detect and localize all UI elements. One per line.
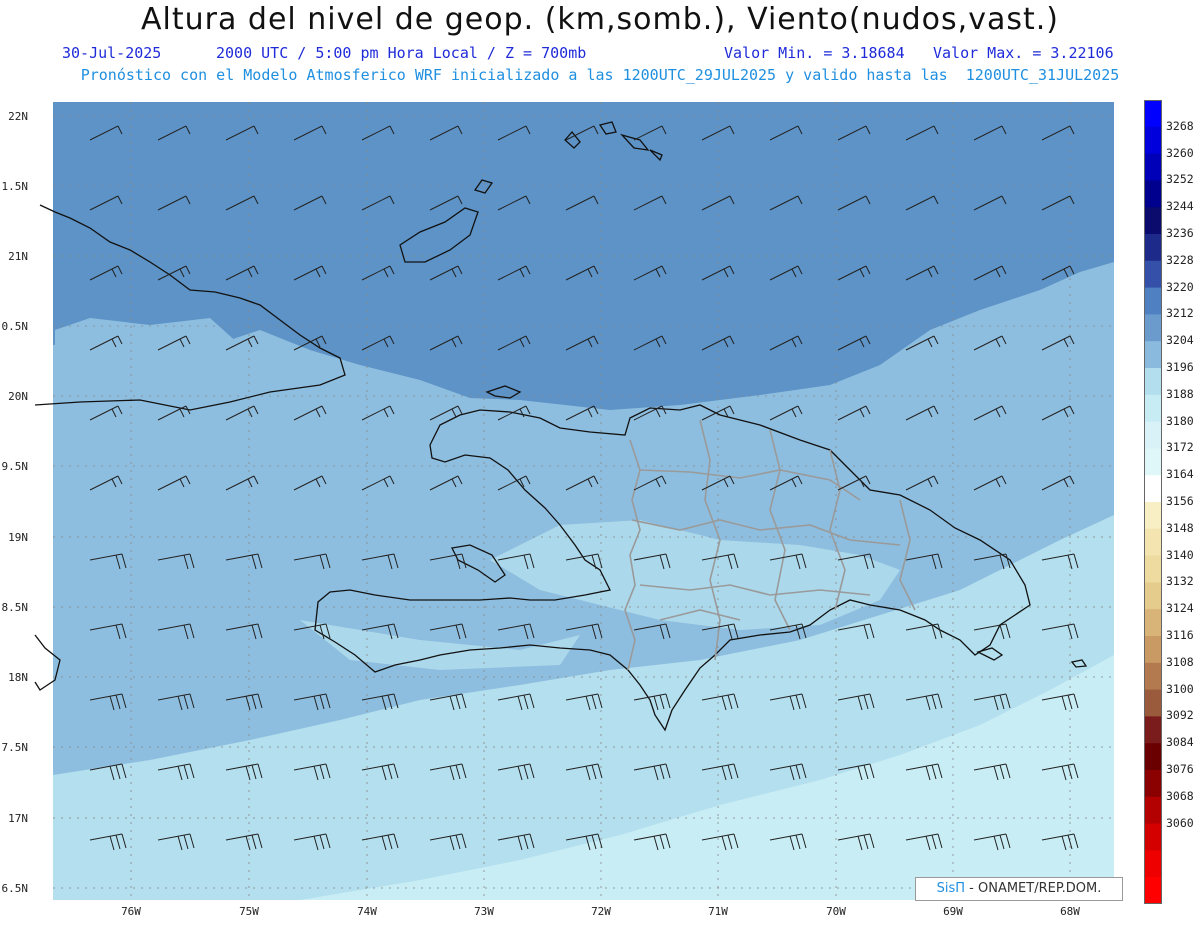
colorbar-swatch xyxy=(1144,796,1162,825)
colorbar-swatch xyxy=(1144,743,1162,771)
colorbar-swatch xyxy=(1144,421,1162,449)
colorbar-label: 3060 xyxy=(1166,815,1194,830)
colorbar-swatch xyxy=(1144,475,1162,503)
lat-label-19-5n: 9.5N xyxy=(1,460,29,473)
lat-label-18-5n: 8.5N xyxy=(1,601,29,614)
lon-label-70w: 70W xyxy=(826,905,846,918)
lat-label-22n: 22N xyxy=(8,110,28,123)
colorbar-label: 3140 xyxy=(1166,547,1194,562)
lat-label-20-5n: 0.5N xyxy=(1,320,29,333)
colorbar-swatch xyxy=(1144,234,1162,262)
lon-label-73w: 73W xyxy=(474,905,494,918)
colorbar-swatch xyxy=(1144,180,1162,208)
lat-label-17n: 17N xyxy=(8,812,28,825)
colorbar-swatch xyxy=(1144,662,1162,691)
lat-label-18n: 18N xyxy=(8,671,28,684)
colorbar-swatch xyxy=(1144,287,1162,315)
colorbar-swatch xyxy=(1144,877,1162,904)
colorbar-swatch xyxy=(1144,448,1162,476)
map-canvas xyxy=(34,102,1114,900)
colorbar-label: 3084 xyxy=(1166,735,1194,750)
colorbar-label: 3092 xyxy=(1166,708,1194,723)
colorbar-swatch xyxy=(1144,850,1162,878)
credit-box: SisΠ - ONAMET/REP.DOM. xyxy=(915,877,1123,901)
lat-label-17-5n: 7.5N xyxy=(1,741,29,754)
colorbar-swatch xyxy=(1144,207,1162,235)
colorbar xyxy=(1144,100,1162,904)
colorbar-swatch xyxy=(1144,555,1162,583)
colorbar-swatch xyxy=(1144,636,1162,664)
colorbar-swatch xyxy=(1144,609,1162,637)
sispi-logo: SisΠ xyxy=(936,881,966,896)
colorbar-label: 3196 xyxy=(1166,360,1194,374)
colorbar-label: 3236 xyxy=(1166,226,1194,240)
lat-label-20n: 20N xyxy=(8,390,28,403)
colorbar-label: 3204 xyxy=(1166,333,1194,348)
colorbar-swatch xyxy=(1144,394,1162,423)
colorbar-label: 3156 xyxy=(1166,494,1194,508)
colorbar-label: 3228 xyxy=(1166,252,1194,267)
lat-label-21n: 21N xyxy=(8,250,28,263)
colorbar-swatch xyxy=(1144,260,1162,289)
lat-label-19n: 19N xyxy=(8,531,28,544)
colorbar-label: 3188 xyxy=(1166,386,1194,401)
lon-label-74w: 74W xyxy=(357,905,377,918)
lon-label-76w: 76W xyxy=(121,905,141,918)
colorbar-label: 3252 xyxy=(1166,172,1194,187)
colorbar-swatch xyxy=(1144,823,1162,851)
colorbar-label: 3116 xyxy=(1166,628,1194,642)
colorbar-label: 3076 xyxy=(1166,762,1194,776)
lon-label-75w: 75W xyxy=(239,905,259,918)
colorbar-swatch xyxy=(1144,770,1162,798)
colorbar-swatch xyxy=(1144,689,1162,717)
lon-label-69w: 69W xyxy=(943,905,963,918)
colorbar-label: 3124 xyxy=(1166,601,1194,616)
lat-label-21-5n: 1.5N xyxy=(1,180,29,193)
lat-label-16-5n: 6.5N xyxy=(1,882,29,895)
colorbar-swatch xyxy=(1144,502,1162,530)
colorbar-swatch xyxy=(1144,341,1162,369)
lon-label-68w: 68W xyxy=(1060,905,1080,918)
colorbar-swatch xyxy=(1144,716,1162,744)
colorbar-label: 3244 xyxy=(1166,199,1194,214)
colorbar-label: 3164 xyxy=(1166,467,1194,482)
colorbar-label: 3220 xyxy=(1166,279,1194,294)
colorbar-label: 3180 xyxy=(1166,413,1194,428)
colorbar-swatch xyxy=(1144,314,1162,342)
colorbar-label: 3268 xyxy=(1166,118,1194,133)
colorbar-label: 3108 xyxy=(1166,654,1194,669)
colorbar-swatch xyxy=(1144,126,1162,155)
colorbar-label: 3100 xyxy=(1166,681,1194,696)
colorbar-swatch xyxy=(1144,153,1162,181)
colorbar-label: 3260 xyxy=(1166,145,1194,160)
colorbar-label: 3212 xyxy=(1166,306,1194,321)
lon-label-72w: 72W xyxy=(591,905,611,918)
lon-label-71w: 71W xyxy=(708,905,728,918)
colorbar-label: 3148 xyxy=(1166,520,1194,535)
colorbar-label: 3068 xyxy=(1166,788,1194,803)
colorbar-label: 3132 xyxy=(1166,574,1194,589)
colorbar-swatch xyxy=(1144,100,1162,128)
colorbar-swatch xyxy=(1144,528,1162,557)
colorbar-swatch xyxy=(1144,582,1162,610)
colorbar-label: 3172 xyxy=(1166,440,1194,455)
colorbar-swatch xyxy=(1144,368,1162,396)
credit-text: - ONAMET/REP.DOM. xyxy=(965,881,1102,896)
